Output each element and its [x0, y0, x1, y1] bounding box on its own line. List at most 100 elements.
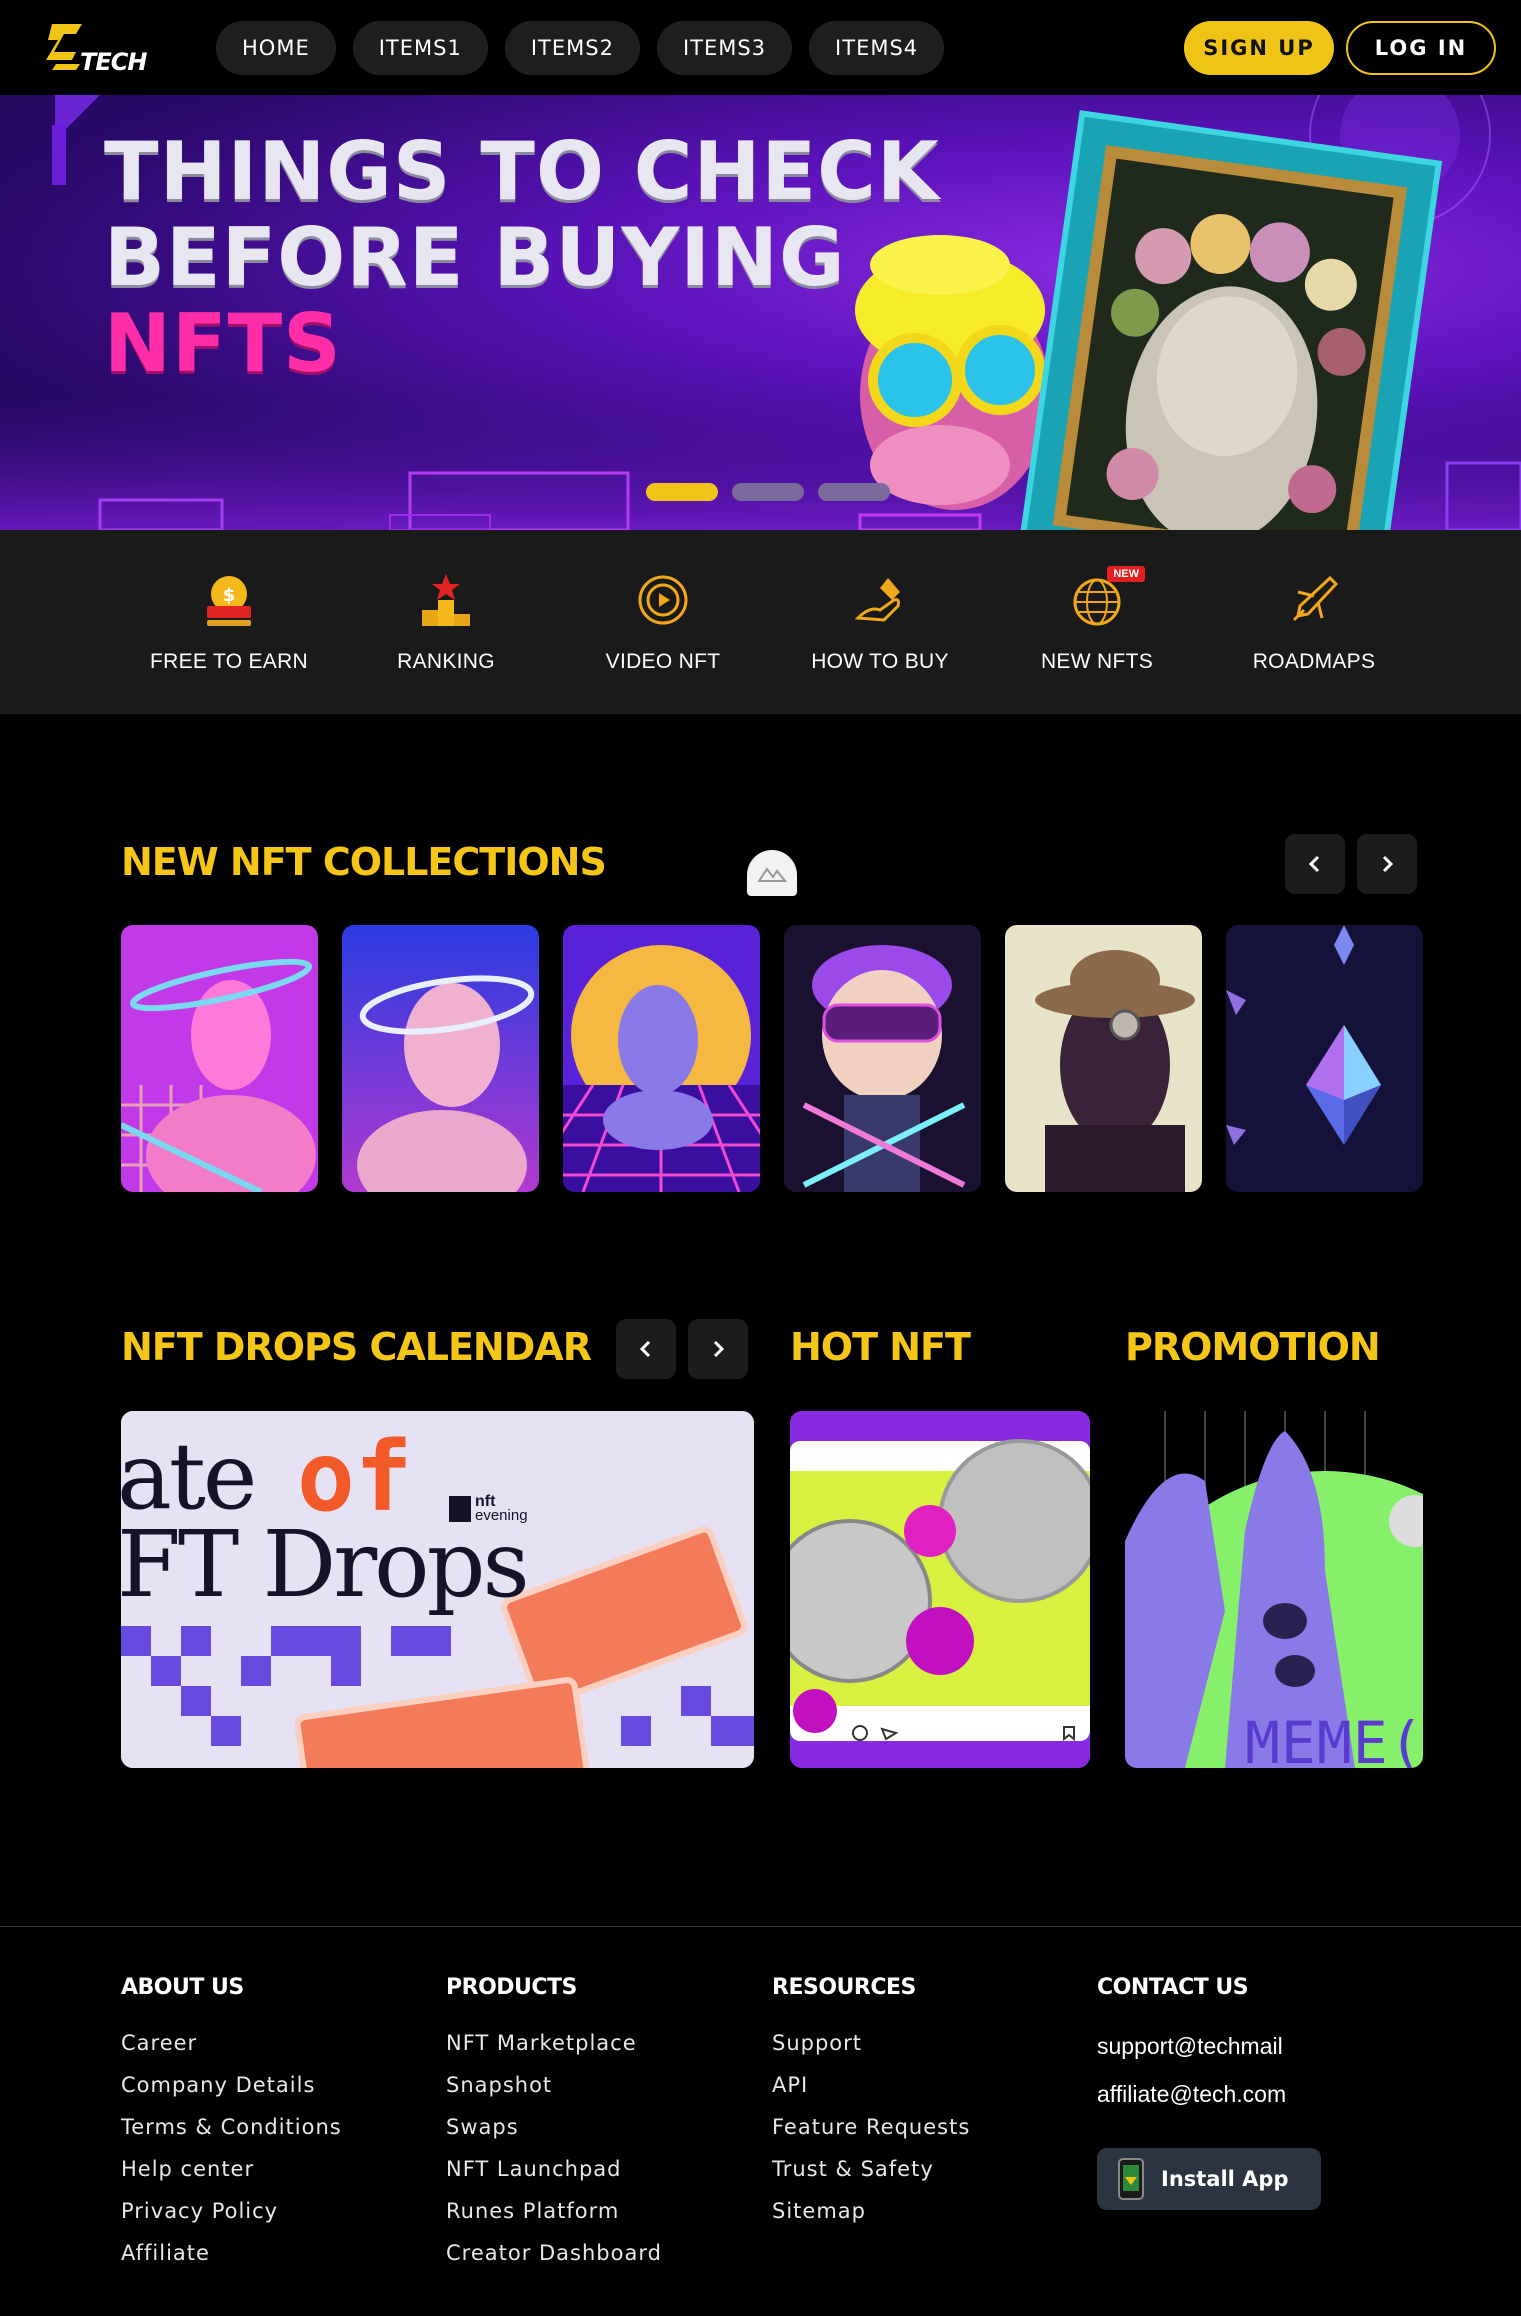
footer-link-api[interactable]: API [772, 2064, 970, 2106]
pink-statue-halo-art [121, 925, 318, 1192]
footer-link-trust-safety[interactable]: Trust & Safety [772, 2148, 970, 2190]
footer-link-swaps[interactable]: Swaps [446, 2106, 662, 2148]
hero-title-line-2: BEFORE BUYING [104, 211, 846, 304]
footer-link-snapshot[interactable]: Snapshot [446, 2064, 662, 2106]
footer-link-company-details[interactable]: Company Details [121, 2064, 342, 2106]
footer-contact: CONTACT US support@techmail affiliate@te… [1097, 1975, 1321, 2210]
drops-image-text-3: FT Drops [121, 1511, 530, 1618]
svg-text:$: $ [223, 585, 236, 606]
hero-title-line-3: NFTS [104, 297, 342, 390]
footer-link-privacy[interactable]: Privacy Policy [121, 2190, 342, 2232]
category-video-nft[interactable]: VIDEO NFT [563, 570, 763, 674]
contact-email-affiliate[interactable]: affiliate@tech.com [1097, 2070, 1321, 2118]
nav-items1[interactable]: ITEMS1 [352, 21, 488, 75]
category-new-nfts[interactable]: NEW NEW NFTS [997, 566, 1197, 674]
nav-home[interactable]: HOME [216, 21, 336, 75]
retro-venus-grid-art [563, 925, 760, 1192]
promotion-title: PROMOTION [1125, 1325, 1381, 1369]
carousel-dot-3[interactable] [818, 483, 890, 501]
site-header: TECH HOME ITEMS1 ITEMS2 ITEMS3 ITEMS4 SI… [0, 0, 1521, 95]
footer-contact-title: CONTACT US [1097, 1975, 1249, 2000]
category-roadmaps[interactable]: ROADMAPS [1214, 570, 1414, 674]
footer-link-support[interactable]: Support [772, 2022, 970, 2064]
hand-money-icon [850, 570, 910, 630]
nav-items4[interactable]: ITEMS4 [809, 21, 945, 75]
globe-new-icon: NEW [1067, 566, 1145, 630]
footer-link-creator-dashboard[interactable]: Creator Dashboard [446, 2232, 662, 2274]
drops-card[interactable]: ate of FT Drops nft evening [121, 1411, 754, 1768]
collection-card-6[interactable] [1226, 925, 1423, 1192]
mountain-logo-icon [757, 867, 787, 882]
footer-link-runes-platform[interactable]: Runes Platform [446, 2190, 662, 2232]
chevron-right-icon [713, 1340, 725, 1358]
drops-next-button[interactable] [688, 1319, 748, 1379]
footer-products: PRODUCTS NFT Marketplace Snapshot Swaps … [446, 1975, 662, 2274]
footer-link-help-center[interactable]: Help center [121, 2148, 342, 2190]
main-nav: HOME ITEMS1 ITEMS2 ITEMS3 ITEMS4 [216, 21, 945, 75]
hot-nft-art [790, 1411, 1090, 1768]
footer-link-nft-launchpad[interactable]: NFT Launchpad [446, 2148, 662, 2190]
promotion-card[interactable]: MEME( [1125, 1411, 1423, 1768]
contact-email-support[interactable]: support@techmail [1097, 2022, 1321, 2070]
brand-bottom: evening [475, 1507, 528, 1524]
cyber-kid-vr-art [784, 925, 981, 1192]
promotion-image-text: MEME( [1245, 1709, 1423, 1768]
hero-banner[interactable]: THINGS TO CHECK BEFORE BUYING NFTS [0, 95, 1521, 530]
footer-link-nft-marketplace[interactable]: NFT Marketplace [446, 2022, 662, 2064]
category-label: RANKING [397, 650, 495, 673]
play-circle-icon [633, 570, 693, 630]
category-label: HOW TO BUY [811, 650, 949, 673]
nav-items2[interactable]: ITEMS2 [504, 21, 640, 75]
collections-prev-button[interactable] [1285, 834, 1345, 894]
footer-about-title: ABOUT US [121, 1975, 244, 2000]
footer-link-terms[interactable]: Terms & Conditions [121, 2106, 342, 2148]
collections-title: NEW NFT COLLECTIONS [121, 840, 607, 884]
collections-carousel [121, 925, 1423, 1192]
hot-nft-card[interactable] [790, 1411, 1090, 1768]
nav-items3[interactable]: ITEMS3 [656, 21, 793, 75]
cashback-coin-icon: $ [199, 570, 259, 630]
collection-card-1[interactable] [121, 925, 318, 1192]
hat-goggles-figure-art [1005, 925, 1202, 1192]
hero-title: THINGS TO CHECK BEFORE BUYING NFTS [104, 129, 940, 387]
category-free-to-earn[interactable]: $ FREE TO EARN [129, 570, 329, 674]
logo-text: TECH [80, 48, 147, 76]
category-label: NEW NFTS [1040, 650, 1154, 673]
chevron-right-icon [1382, 855, 1394, 873]
footer-link-affiliate[interactable]: Affiliate [121, 2232, 342, 2274]
category-ranking[interactable]: RANKING [346, 570, 546, 674]
signup-button[interactable]: SIGN UP [1184, 21, 1334, 75]
carousel-dot-2[interactable] [732, 483, 804, 501]
collection-card-5[interactable] [1005, 925, 1202, 1192]
chevron-left-icon [1308, 855, 1320, 873]
new-badge: NEW [1107, 566, 1145, 582]
category-label: FREE TO EARN [149, 650, 309, 673]
chevron-left-icon [639, 1340, 651, 1358]
nftevening-logo: nft evening [449, 1494, 528, 1524]
category-label: VIDEO NFT [605, 650, 721, 673]
category-how-to-buy[interactable]: HOW TO BUY [780, 570, 980, 674]
login-button[interactable]: LOG IN [1346, 21, 1496, 75]
category-bar: $ FREE TO EARN RANKING VIDEO NFT HOW TO … [0, 530, 1521, 714]
site-logo[interactable]: TECH [46, 20, 147, 76]
hero-carousel-dots [646, 483, 890, 501]
footer-resources: RESOURCES Support API Feature Requests T… [772, 1975, 970, 2232]
footer-link-feature-requests[interactable]: Feature Requests [772, 2106, 970, 2148]
collection-card-2[interactable] [342, 925, 539, 1192]
carousel-dot-1[interactable] [646, 483, 718, 501]
install-app-button[interactable]: Install App [1097, 2148, 1321, 2210]
collection-card-4[interactable] [784, 925, 981, 1192]
collections-next-button[interactable] [1357, 834, 1417, 894]
footer-link-career[interactable]: Career [121, 2022, 342, 2064]
collection-card-3[interactable] [563, 925, 760, 1192]
chat-widget-logo[interactable] [747, 850, 797, 896]
footer-link-sitemap[interactable]: Sitemap [772, 2190, 970, 2232]
install-app-label: Install App [1161, 2167, 1289, 2191]
drops-prev-button[interactable] [616, 1319, 676, 1379]
ranking-podium-icon [416, 570, 476, 630]
hero-monkey-statue-art [855, 110, 1443, 530]
phone-app-icon [1118, 2158, 1144, 2200]
footer-resources-title: RESOURCES [772, 1975, 916, 2000]
nftevening-mark-icon [449, 1496, 471, 1522]
category-label: ROADMAPS [1252, 650, 1376, 673]
